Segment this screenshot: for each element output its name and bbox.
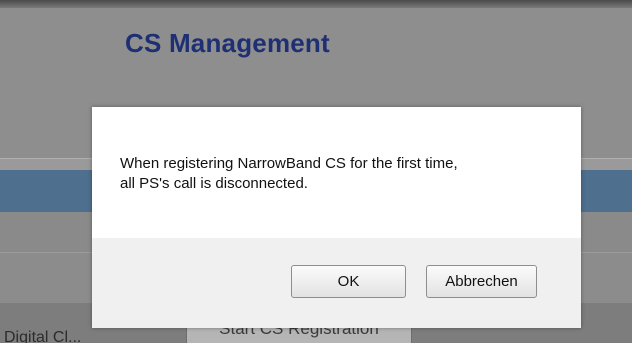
page-title: CS Management xyxy=(125,28,330,58)
dialog-message-line: When registering NarrowBand CS for the f… xyxy=(120,155,458,172)
ok-button[interactable]: OK xyxy=(291,265,406,298)
page: CS Management Start CS Registration Digi… xyxy=(0,0,632,343)
field-label: Digital Cl... xyxy=(4,329,82,343)
confirm-dialog: When registering NarrowBand CS for the f… xyxy=(92,107,581,328)
cancel-button[interactable]: Abbrechen xyxy=(426,265,537,298)
dialog-message-line: all PS's call is disconnected. xyxy=(120,175,308,192)
top-strip xyxy=(0,0,632,8)
dialog-footer: OK Abbrechen xyxy=(92,238,581,328)
dialog-message: When registering NarrowBand CS for the f… xyxy=(120,154,560,194)
